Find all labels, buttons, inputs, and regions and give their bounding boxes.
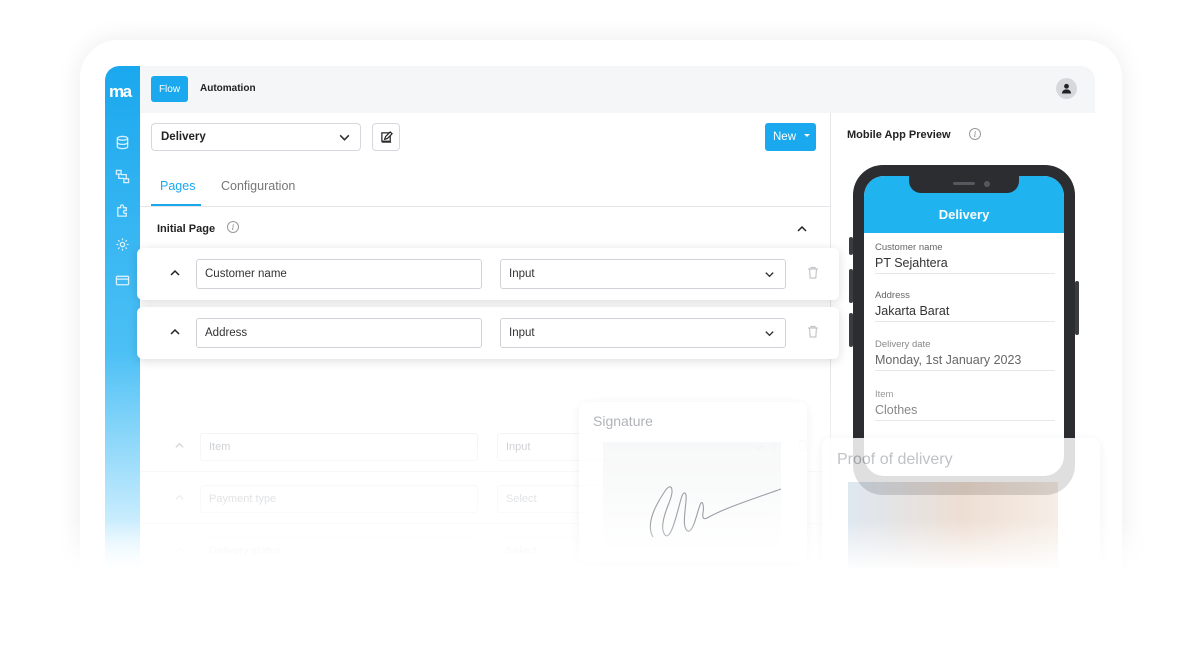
preview-title: Mobile App Preview — [847, 129, 951, 141]
trash-icon[interactable] — [807, 266, 819, 279]
signature-card: Signature — [579, 402, 807, 562]
phone-button — [849, 269, 853, 303]
user-avatar[interactable] — [1056, 78, 1077, 99]
tabs-divider — [140, 206, 830, 207]
database-icon[interactable] — [114, 134, 131, 151]
preview-field: Delivery date Monday, 1st January 2023 — [875, 339, 1055, 371]
user-icon — [1061, 83, 1072, 94]
signature-title: Signature — [593, 413, 653, 429]
preview-field: Item Clothes — [875, 389, 1055, 421]
field-name-input[interactable]: Customer name — [196, 259, 482, 289]
field-name-input[interactable]: Address — [196, 318, 482, 348]
chevron-up-icon[interactable] — [174, 544, 185, 555]
preview-field-value[interactable]: Jakarta Barat — [875, 304, 1055, 322]
info-icon[interactable]: i — [969, 128, 981, 140]
phone-screen: Delivery Customer name PT Sejahtera Addr… — [864, 176, 1064, 476]
edit-icon — [380, 130, 393, 143]
chevron-up-icon[interactable] — [174, 492, 185, 503]
field-name-input[interactable]: Item — [200, 433, 478, 461]
chevron-up-icon[interactable] — [174, 440, 185, 451]
chevron-down-icon — [765, 331, 774, 337]
puzzle-icon[interactable] — [114, 202, 131, 219]
preview-field-value[interactable]: Monday, 1st January 2023 — [875, 353, 1055, 371]
chevron-up-icon[interactable] — [169, 326, 181, 338]
info-icon[interactable]: i — [227, 221, 239, 233]
new-button-label: New — [773, 131, 797, 143]
field-type-select[interactable]: Input — [500, 318, 786, 348]
phone-notch — [909, 176, 1019, 193]
field-card-address: Address Input — [137, 307, 839, 359]
preview-field-value[interactable]: PT Sejahtera — [875, 256, 1055, 274]
tab-flow[interactable]: Flow — [151, 76, 188, 102]
phone-button — [849, 313, 853, 347]
field-type-value: Input — [509, 268, 535, 280]
delivery-photo[interactable] — [848, 482, 1058, 568]
preview-field: Address Jakarta Barat — [875, 290, 1055, 322]
sidebar-rail: ma — [105, 66, 140, 586]
phone-button — [1075, 281, 1079, 335]
chevron-down-icon — [765, 272, 774, 278]
section-title: Initial Page — [157, 223, 216, 235]
preview-field-label: Customer name — [875, 242, 943, 253]
chevron-up-icon[interactable] — [169, 267, 181, 279]
caret-down-icon — [804, 134, 810, 137]
phone-button — [849, 237, 853, 255]
preview-field: Customer name PT Sejahtera — [875, 242, 1055, 274]
preview-field-label: Delivery date — [875, 339, 931, 350]
proof-of-delivery-card: Proof of delivery — [822, 438, 1100, 568]
flow-select[interactable]: Delivery — [151, 123, 361, 151]
signature-pad[interactable] — [603, 442, 782, 552]
preview-field-value[interactable]: Clothes — [875, 403, 1055, 421]
chevron-up-icon[interactable] — [796, 223, 808, 235]
tab-configuration[interactable]: Configuration — [221, 179, 295, 193]
flow-select-value: Delivery — [161, 131, 206, 143]
field-type-value: Input — [509, 327, 535, 339]
tab-pages[interactable]: Pages — [160, 179, 195, 193]
proof-title: Proof of delivery — [837, 451, 953, 468]
field-card-customer-name: Customer name Input — [137, 248, 839, 300]
signature-drawing — [649, 486, 782, 538]
top-bar: Flow Automation — [140, 66, 1095, 113]
flow-icon[interactable] — [114, 168, 131, 185]
stage: ma Flow Automation Delivery New Pages Co… — [0, 0, 1200, 668]
preview-field-label: Address — [875, 290, 910, 301]
field-name-input[interactable]: Payment type — [200, 485, 478, 513]
trash-icon[interactable] — [807, 325, 819, 338]
field-type-select[interactable]: Input — [500, 259, 786, 289]
brand-logo[interactable]: ma — [109, 82, 132, 102]
chevron-down-icon — [339, 134, 350, 141]
edit-flow-button[interactable] — [372, 123, 400, 151]
tab-automation[interactable]: Automation — [200, 83, 256, 94]
gear-icon[interactable] — [114, 236, 131, 253]
preview-field-label: Item — [875, 389, 894, 400]
field-name-input[interactable]: Delivery status — [200, 537, 478, 565]
new-button[interactable]: New — [765, 123, 816, 151]
card-icon[interactable] — [114, 272, 131, 289]
